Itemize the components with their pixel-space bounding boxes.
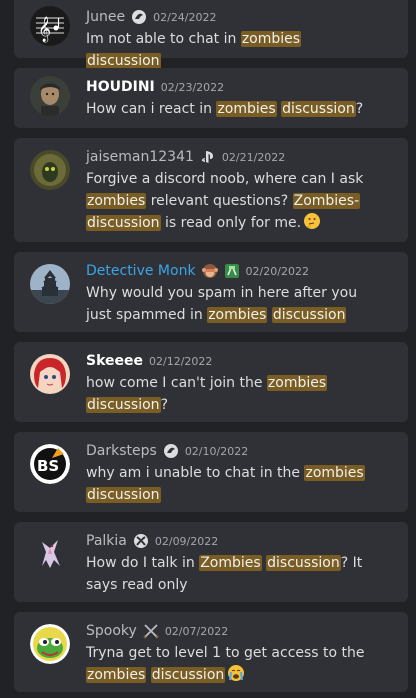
crossed-swords-icon bbox=[143, 623, 159, 639]
message-header: HOUDINI 02/23/2022 bbox=[86, 76, 398, 98]
search-highlight: Zombies bbox=[199, 555, 262, 571]
xbox-icon bbox=[133, 533, 149, 549]
search-result-message[interactable]: Palkia 02/09/2022 How do I talk in Zombi… bbox=[14, 522, 408, 602]
money-hand-icon bbox=[224, 263, 240, 279]
search-highlight: zombies bbox=[266, 375, 328, 391]
search-highlight: discussion bbox=[86, 487, 161, 503]
username[interactable]: Junee bbox=[86, 9, 125, 25]
timestamp: 02/24/2022 bbox=[153, 10, 217, 24]
avatar[interactable] bbox=[30, 150, 70, 190]
search-highlight: discussion bbox=[86, 215, 161, 231]
username[interactable]: jaiseman12341 bbox=[86, 149, 194, 165]
timestamp: 02/23/2022 bbox=[160, 80, 225, 94]
search-result-message[interactable]: HOUDINI 02/23/2022 How can i react in zo… bbox=[14, 68, 408, 128]
monkey-emoji-icon bbox=[201, 263, 218, 279]
username[interactable]: Skeeee bbox=[86, 353, 143, 369]
message-header: Spooky 02/07/2022 bbox=[86, 620, 398, 642]
message-content: how come I can't join the zombies discus… bbox=[86, 372, 376, 416]
search-result-message[interactable]: Detective Monk 02/20/2022 Why would you … bbox=[14, 252, 408, 332]
message-text: Tryna get to level 1 to get access to th… bbox=[86, 645, 365, 661]
search-highlight: zombies bbox=[86, 193, 147, 209]
username[interactable]: Spooky bbox=[86, 623, 137, 639]
search-highlight: discussion bbox=[86, 53, 161, 69]
avatar[interactable] bbox=[30, 264, 70, 304]
avatar[interactable]: BS bbox=[30, 444, 70, 484]
message-header: Skeeee 02/12/2022 bbox=[86, 350, 398, 372]
timestamp: 02/09/2022 bbox=[154, 534, 219, 548]
search-result-message[interactable]: BS Darksteps 02/10/2022 why am i unable … bbox=[14, 432, 408, 512]
message-text: Forgive a discord noob, where can I ask bbox=[86, 171, 364, 187]
search-highlight: zombies bbox=[207, 307, 268, 323]
scrollbar-thumb[interactable] bbox=[408, 230, 414, 350]
scrollbar[interactable] bbox=[408, 0, 414, 698]
search-result-message[interactable]: Spooky 02/07/2022 Tryna get to level 1 t… bbox=[14, 612, 408, 692]
message-content: why am i unable to chat in the zombies d… bbox=[86, 462, 376, 506]
svg-text:BS: BS bbox=[37, 457, 59, 475]
message-text: how come I can't join the bbox=[86, 375, 267, 391]
playstation-icon bbox=[200, 149, 216, 165]
message-text: ? bbox=[355, 101, 364, 117]
svg-text:𝄞: 𝄞 bbox=[38, 16, 51, 42]
search-result-message[interactable]: 𝄞 Junee 02/24/2022 Im not able to chat i… bbox=[14, 0, 408, 69]
avatar[interactable]: 𝄞 bbox=[30, 6, 70, 46]
message-header: Detective Monk 02/20/2022 bbox=[86, 260, 398, 282]
platform-account-icon bbox=[131, 9, 147, 25]
message-text: How do I talk in bbox=[86, 555, 200, 571]
message-content: Tryna get to level 1 to get access to th… bbox=[86, 642, 376, 686]
message-text: why am i unable to chat in the bbox=[86, 465, 305, 481]
search-result-message[interactable]: jaiseman12341 02/21/2022 Forgive a disco… bbox=[14, 138, 408, 242]
avatar[interactable] bbox=[30, 624, 70, 664]
message-header: jaiseman12341 02/21/2022 bbox=[86, 146, 398, 168]
avatar[interactable] bbox=[30, 76, 70, 116]
message-header: Junee 02/24/2022 bbox=[86, 6, 398, 28]
search-highlight: discussion bbox=[281, 101, 356, 117]
username[interactable]: Darksteps bbox=[86, 443, 157, 459]
avatar[interactable] bbox=[30, 534, 70, 574]
avatar[interactable] bbox=[30, 354, 70, 394]
search-results-list: 𝄞 Junee 02/24/2022 Im not able to chat i… bbox=[0, 0, 416, 698]
timestamp: 02/10/2022 bbox=[184, 444, 249, 458]
search-highlight: discussion bbox=[86, 397, 161, 413]
message-content: How do I talk in Zombies discussion? It … bbox=[86, 552, 376, 596]
platform-account-icon bbox=[163, 443, 179, 459]
search-highlight: discussion bbox=[266, 555, 341, 571]
timestamp: 02/21/2022 bbox=[221, 150, 286, 164]
message-header: Palkia 02/09/2022 bbox=[86, 530, 398, 552]
message-text: ? bbox=[160, 397, 168, 413]
message-text: is read only for me. bbox=[160, 215, 302, 231]
search-highlight: discussion bbox=[271, 307, 347, 323]
search-highlight: discussion bbox=[150, 667, 226, 683]
search-result-message[interactable]: Skeeee 02/12/2022 how come I can't join … bbox=[14, 342, 408, 422]
timestamp: 02/07/2022 bbox=[164, 624, 229, 638]
message-header: Darksteps 02/10/2022 bbox=[86, 440, 398, 462]
username[interactable]: Palkia bbox=[86, 533, 127, 549]
search-highlight: zombies bbox=[240, 31, 302, 47]
crying-face-emoji bbox=[227, 664, 245, 682]
search-highlight: zombies bbox=[304, 465, 365, 481]
message-text: Im not able to chat in bbox=[86, 31, 241, 47]
search-highlight: zombies bbox=[86, 667, 147, 683]
message-content: Forgive a discord noob, where can I ask … bbox=[86, 168, 376, 234]
search-highlight: zombies bbox=[216, 101, 277, 117]
timestamp: 02/12/2022 bbox=[149, 354, 213, 368]
message-text: relevant questions? bbox=[146, 193, 293, 209]
message-content: How can i react in zombies discussion? bbox=[86, 98, 376, 120]
search-highlight: Zombies- bbox=[292, 193, 361, 209]
username[interactable]: Detective Monk bbox=[86, 263, 196, 279]
message-text: How can i react in bbox=[86, 101, 217, 117]
message-content: Im not able to chat in zombies discussio… bbox=[86, 28, 376, 72]
timestamp: 02/20/2022 bbox=[245, 264, 309, 278]
thinking-face-emoji bbox=[303, 212, 321, 230]
username[interactable]: HOUDINI bbox=[86, 79, 155, 95]
message-content: Why would you spam in here after you jus… bbox=[86, 282, 376, 326]
